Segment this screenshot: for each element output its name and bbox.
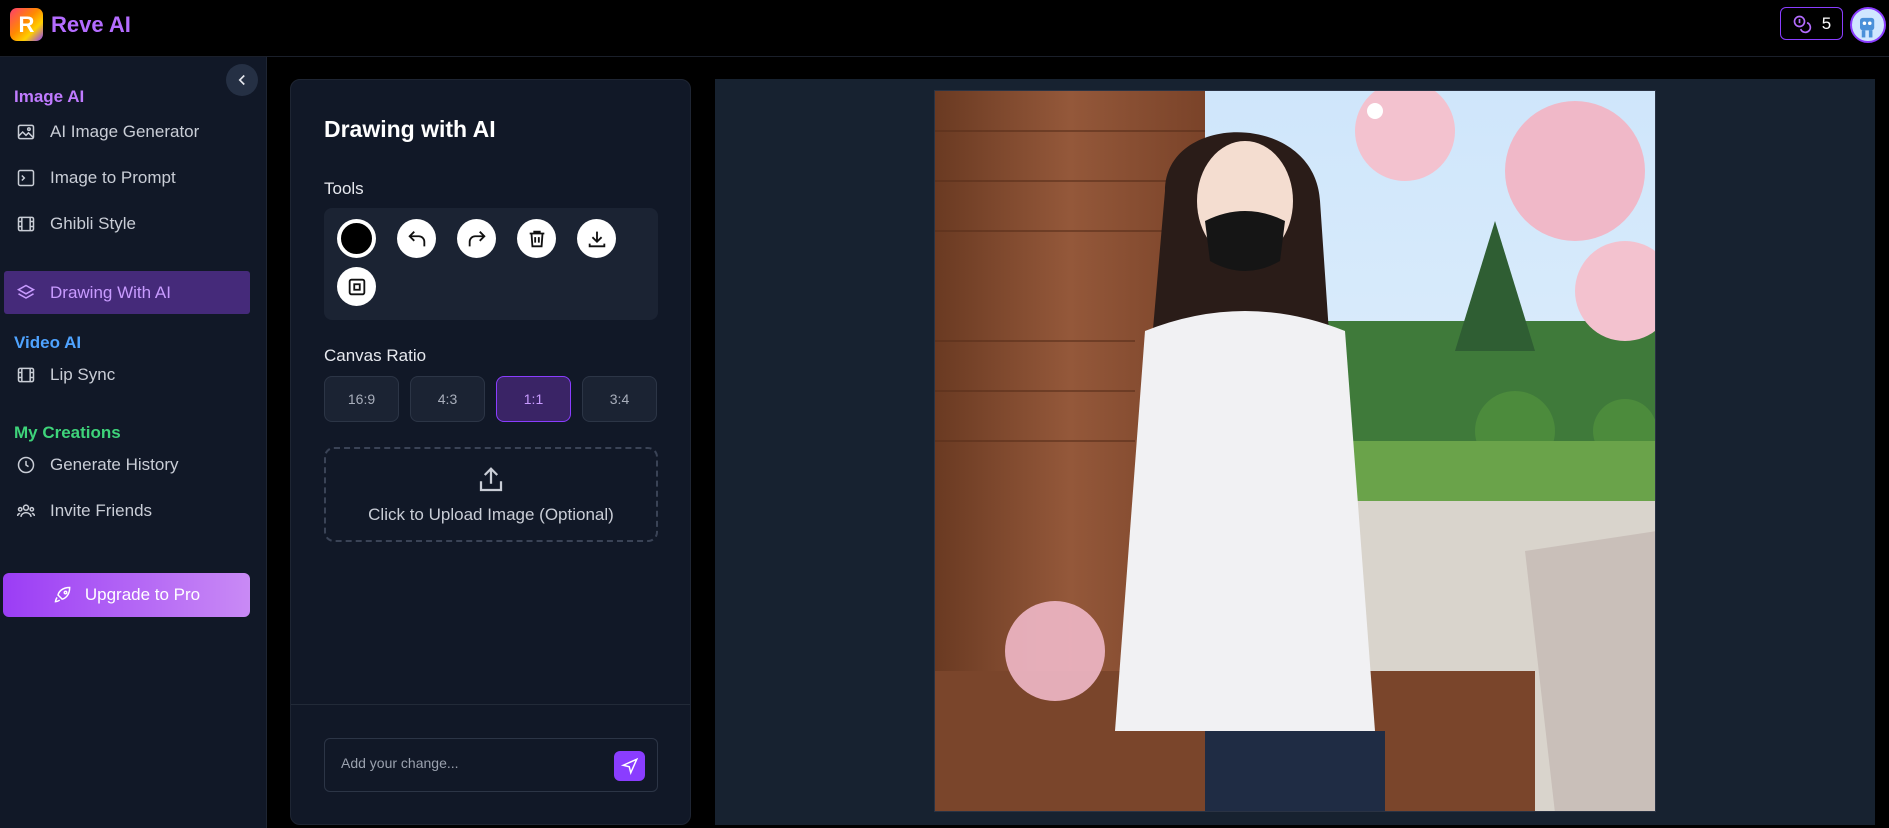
image-prompt-icon (17, 169, 35, 186)
logo[interactable]: R (10, 8, 43, 41)
film-icon (17, 367, 35, 382)
drawing-panel: Drawing with AI Tools Canvas Ratio 16:9 … (290, 79, 691, 825)
ratio-4-3-button[interactable]: 4:3 (410, 376, 485, 422)
robot-avatar-icon (1860, 17, 1875, 38)
ratio-3-4-button[interactable]: 3:4 (582, 376, 657, 422)
avatar[interactable] (1850, 7, 1886, 43)
brand-name[interactable]: Reve AI (51, 12, 131, 38)
credits-button[interactable]: 5 (1780, 7, 1843, 40)
upload-label: Click to Upload Image (Optional) (368, 504, 614, 524)
sidebar-item-ghibli-style[interactable]: Ghibli Style (4, 202, 250, 245)
undo-icon (407, 230, 425, 246)
collapse-sidebar-button[interactable] (226, 64, 258, 96)
sidebar-item-label: Image to Prompt (50, 167, 176, 187)
page-title: Drawing with AI (324, 116, 496, 142)
fit-canvas-button[interactable] (337, 267, 376, 306)
sidebar-item-invite-friends[interactable]: Invite Friends (4, 489, 250, 532)
upgrade-to-pro-button[interactable]: Upgrade to Pro (3, 573, 250, 617)
send-icon (620, 757, 638, 775)
sidebar-item-drawing-with-ai[interactable]: Drawing With AI (4, 271, 250, 314)
ratio-16-9-button[interactable]: 16:9 (324, 376, 399, 422)
canvas-ratio-label: Canvas Ratio (324, 346, 427, 365)
layers-icon (16, 284, 36, 299)
section-my-creations: My Creations (14, 423, 121, 442)
download-button[interactable] (577, 219, 616, 258)
color-swatch-icon (339, 221, 374, 256)
clear-button[interactable] (517, 219, 556, 258)
upload-icon (479, 466, 503, 491)
coins-icon (1793, 15, 1811, 33)
redo-button[interactable] (457, 219, 496, 258)
rocket-icon (54, 586, 71, 603)
tools-box (324, 208, 658, 320)
change-input[interactable] (341, 755, 611, 771)
top-header: R Reve AI 5 (0, 0, 1889, 57)
change-input-box (324, 738, 658, 792)
section-image-ai: Image AI (14, 87, 85, 106)
sidebar-item-label: AI Image Generator (50, 121, 200, 141)
upload-image-area[interactable]: Click to Upload Image (Optional) (324, 447, 658, 542)
upgrade-label: Upgrade to Pro (84, 585, 201, 604)
sidebar-item-generate-history[interactable]: Generate History (4, 443, 250, 486)
sidebar-item-label: Drawing With AI (50, 282, 171, 302)
drawing-canvas-image[interactable] (934, 90, 1656, 812)
trash-icon (529, 230, 544, 247)
sidebar-item-label: Generate History (50, 454, 179, 474)
section-video-ai: Video AI (14, 333, 82, 352)
sidebar-item-label: Invite Friends (50, 500, 153, 520)
ratio-1-1-button[interactable]: 1:1 (496, 376, 571, 422)
image-icon (17, 124, 35, 139)
chevron-left-icon (238, 74, 245, 86)
brush-color-button[interactable] (337, 219, 376, 258)
users-icon (16, 503, 36, 517)
sidebar-item-ai-image-generator[interactable]: AI Image Generator (4, 110, 250, 153)
redo-icon (468, 230, 486, 246)
divider (291, 704, 690, 705)
clock-icon (17, 456, 35, 473)
sidebar-item-image-to-prompt[interactable]: Image to Prompt (4, 156, 250, 199)
sidebar: Image AI AI Image Generator Image to Pro… (0, 57, 267, 828)
undo-button[interactable] (397, 219, 436, 258)
download-icon (588, 231, 605, 247)
frame-icon (348, 278, 365, 295)
credits-count: 5 (1821, 13, 1832, 33)
portrait-image (935, 91, 1655, 811)
sidebar-item-label: Ghibli Style (50, 213, 136, 233)
send-button[interactable] (614, 751, 645, 781)
sidebar-item-label: Lip Sync (50, 364, 116, 384)
film-icon (17, 216, 35, 231)
sidebar-item-lip-sync[interactable]: Lip Sync (4, 353, 250, 396)
logo-letter: R (18, 11, 35, 37)
tools-label: Tools (324, 179, 364, 198)
